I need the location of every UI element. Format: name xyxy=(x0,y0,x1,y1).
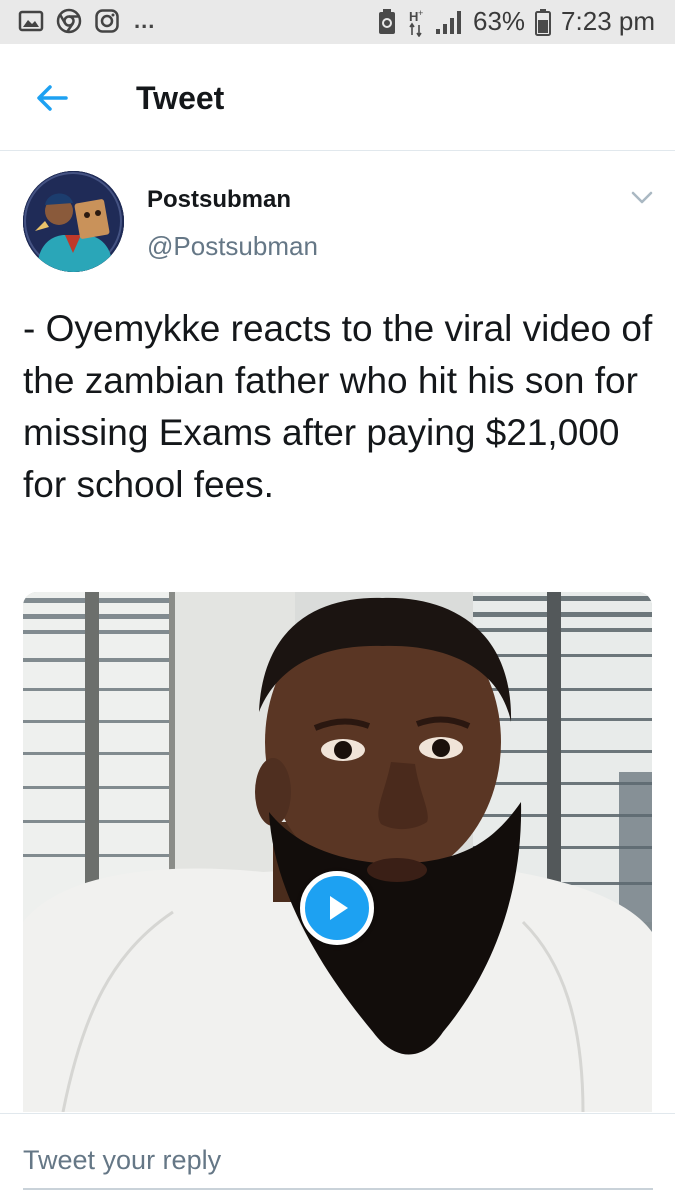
clock: 7:23 pm xyxy=(561,6,655,36)
chrome-icon xyxy=(56,8,82,34)
status-notifications: ... xyxy=(18,8,155,34)
battery-percent: 63% xyxy=(473,6,526,36)
more-notifications: ... xyxy=(134,8,156,33)
reply-input[interactable] xyxy=(23,1132,653,1188)
battery-icon xyxy=(535,8,552,36)
instagram-icon xyxy=(95,9,119,33)
status-bar: ... H + 63% 7:23 pm xyxy=(0,0,675,44)
svg-text:H: H xyxy=(409,9,418,24)
recycle-icon xyxy=(379,8,395,34)
gallery-icon xyxy=(18,10,44,32)
avatar[interactable] xyxy=(23,171,124,272)
chevron-down-icon[interactable] xyxy=(630,190,654,206)
author-handle[interactable]: @Postsubman xyxy=(147,231,318,262)
tweet-text: - Oyemykke reacts to the viral video of … xyxy=(23,308,653,505)
reply-underline xyxy=(23,1188,653,1190)
play-button[interactable] xyxy=(300,871,374,945)
page-title: Tweet xyxy=(136,80,225,116)
signal-icon xyxy=(436,10,461,34)
h-plus-data-icon: H + xyxy=(409,8,423,37)
svg-text:+: + xyxy=(418,8,423,18)
tweet-video[interactable] xyxy=(23,592,652,1112)
play-icon xyxy=(330,896,348,920)
author-name[interactable]: Postsubman xyxy=(147,186,291,214)
app-header: Tweet xyxy=(0,44,675,151)
arrow-left-icon[interactable] xyxy=(34,80,70,116)
status-system: H + 63% 7:23 pm xyxy=(377,6,655,37)
